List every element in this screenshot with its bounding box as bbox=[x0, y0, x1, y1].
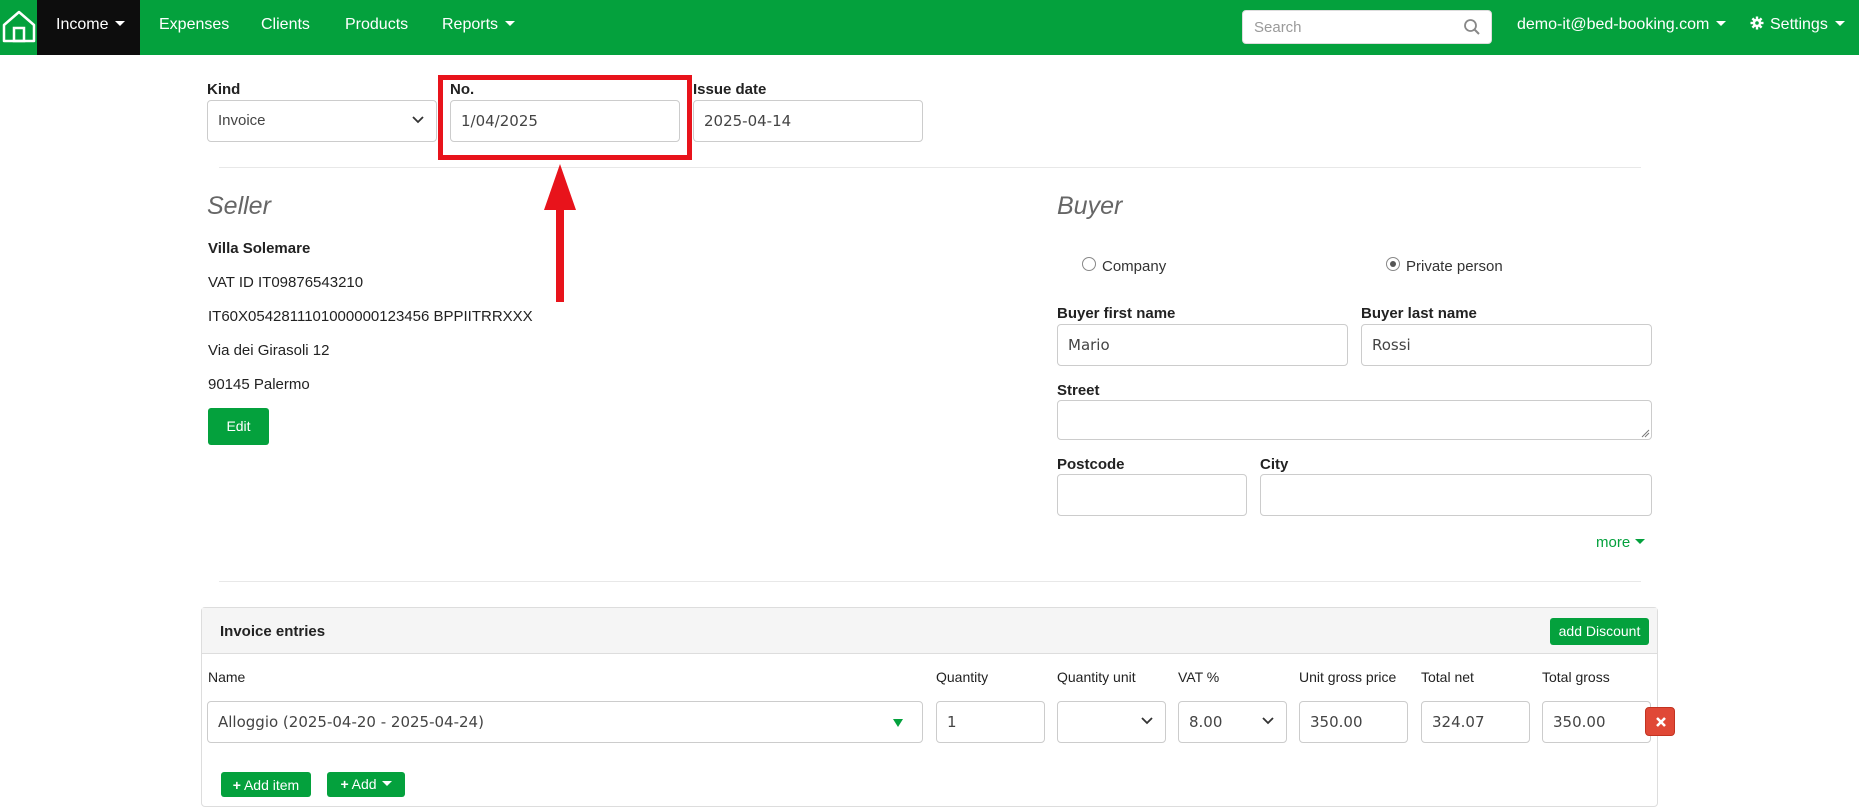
col-header-total-net: Total net bbox=[1421, 669, 1474, 685]
search-icon[interactable] bbox=[1463, 18, 1481, 36]
delete-entry-button[interactable] bbox=[1645, 707, 1675, 736]
user-email: demo-it@bed-booking.com bbox=[1517, 16, 1710, 33]
add-discount-button[interactable]: add Discount bbox=[1550, 618, 1649, 645]
buyer-last-name-label: Buyer last name bbox=[1361, 305, 1477, 322]
radio-company-label: Company bbox=[1102, 258, 1167, 275]
more-link-label: more bbox=[1596, 534, 1631, 551]
buyer-title: Buyer bbox=[1057, 192, 1123, 220]
divider bbox=[219, 167, 1641, 168]
seller-name: Villa Solemare bbox=[208, 240, 311, 257]
triangle-down-icon[interactable] bbox=[892, 718, 904, 728]
nav-products[interactable]: Products bbox=[345, 0, 408, 55]
add-item-button[interactable]: + Add item bbox=[221, 772, 311, 797]
col-header-name: Name bbox=[208, 669, 246, 685]
user-menu[interactable]: demo-it@bed-booking.com bbox=[1517, 0, 1727, 55]
chevron-down-icon bbox=[1141, 717, 1153, 725]
chevron-down-icon bbox=[412, 116, 424, 124]
seller-vat: VAT ID IT09876543210 bbox=[208, 274, 364, 291]
arrow-up-icon bbox=[544, 164, 576, 302]
buyer-city-input[interactable] bbox=[1260, 474, 1652, 516]
highlight-box bbox=[438, 75, 692, 160]
seller-city: 90145 Palermo bbox=[208, 376, 310, 393]
seller-iban: IT60X0542811101000000123456 BPPIITRRXXX bbox=[208, 308, 533, 325]
entry-quantity-unit-select[interactable] bbox=[1057, 701, 1166, 743]
col-header-quantity-unit: Quantity unit bbox=[1057, 669, 1136, 685]
caret-down-icon bbox=[115, 21, 126, 26]
home-icon bbox=[2, 10, 36, 43]
resize-handle-icon[interactable] bbox=[1640, 428, 1650, 438]
radio-company[interactable] bbox=[1082, 257, 1096, 271]
radio-private-person[interactable] bbox=[1386, 257, 1400, 271]
entry-total-gross-input[interactable]: 350.00 bbox=[1542, 701, 1651, 743]
nav-expenses[interactable]: Expenses bbox=[159, 0, 229, 55]
entry-total-net-input[interactable]: 324.07 bbox=[1421, 701, 1530, 743]
buyer-last-name-input[interactable]: Rossi bbox=[1361, 324, 1652, 366]
search-box bbox=[1242, 10, 1492, 44]
entry-vat-value: 8.00 bbox=[1189, 713, 1223, 731]
more-link[interactable]: more bbox=[1596, 534, 1646, 551]
nav-income[interactable]: Income bbox=[37, 0, 140, 55]
entry-vat-select[interactable]: 8.00 bbox=[1178, 701, 1287, 743]
search-input[interactable] bbox=[1243, 11, 1453, 43]
col-header-total-gross: Total gross bbox=[1542, 669, 1610, 685]
divider bbox=[219, 581, 1641, 582]
buyer-first-name-label: Buyer first name bbox=[1057, 305, 1176, 322]
col-header-unit-gross-price: Unit gross price bbox=[1299, 669, 1397, 685]
kind-value: Invoice bbox=[218, 112, 266, 129]
settings-label: Settings bbox=[1770, 16, 1828, 33]
nav-income-label: Income bbox=[56, 16, 109, 33]
caret-down-icon bbox=[1716, 21, 1727, 26]
entry-name-input[interactable]: Alloggio (2025-04-20 - 2025-04-24) bbox=[207, 701, 923, 743]
nav-clients[interactable]: Clients bbox=[261, 0, 310, 55]
buyer-street-textarea[interactable] bbox=[1057, 400, 1652, 440]
add-item-label: Add item bbox=[243, 777, 300, 793]
buyer-postcode-label: Postcode bbox=[1057, 456, 1125, 473]
caret-down-icon bbox=[381, 781, 392, 786]
caret-down-icon bbox=[1635, 539, 1646, 544]
settings-menu[interactable]: Settings bbox=[1750, 0, 1845, 55]
add-dropdown-button[interactable]: + Add bbox=[327, 772, 405, 797]
col-header-vat: VAT % bbox=[1178, 669, 1220, 685]
invoice-entries-title: Invoice entries bbox=[220, 623, 326, 640]
caret-down-icon bbox=[505, 21, 516, 26]
home-button[interactable] bbox=[0, 0, 37, 55]
issue-date-label: Issue date bbox=[693, 81, 767, 98]
chevron-down-icon bbox=[1262, 717, 1274, 725]
col-header-quantity: Quantity bbox=[936, 669, 989, 685]
invoice-entries-header bbox=[202, 608, 1657, 654]
seller-edit-button[interactable]: Edit bbox=[208, 408, 269, 445]
close-icon bbox=[1656, 717, 1666, 727]
nav-reports-label: Reports bbox=[442, 16, 499, 33]
caret-down-icon bbox=[1834, 21, 1845, 26]
entry-quantity-input[interactable]: 1 bbox=[936, 701, 1045, 743]
kind-label: Kind bbox=[207, 81, 241, 98]
buyer-postcode-input[interactable] bbox=[1057, 474, 1247, 516]
seller-title: Seller bbox=[207, 192, 271, 220]
buyer-first-name-input[interactable]: Mario bbox=[1057, 324, 1348, 366]
plus-icon: + bbox=[232, 777, 241, 793]
plus-icon: + bbox=[340, 776, 349, 792]
nav-reports[interactable]: Reports bbox=[442, 0, 516, 55]
buyer-city-label: City bbox=[1260, 456, 1289, 473]
buyer-street-label: Street bbox=[1057, 382, 1100, 399]
gear-icon bbox=[1750, 16, 1764, 30]
kind-select[interactable]: Invoice bbox=[207, 100, 437, 142]
add-label: Add bbox=[351, 776, 377, 792]
seller-street: Via dei Girasoli 12 bbox=[208, 342, 330, 359]
radio-private-person-label: Private person bbox=[1406, 258, 1503, 275]
issue-date-input[interactable]: 2025-04-14 bbox=[693, 100, 923, 142]
entry-name-value: Alloggio (2025-04-20 - 2025-04-24) bbox=[218, 713, 484, 731]
entry-unit-gross-input[interactable]: 350.00 bbox=[1299, 701, 1408, 743]
